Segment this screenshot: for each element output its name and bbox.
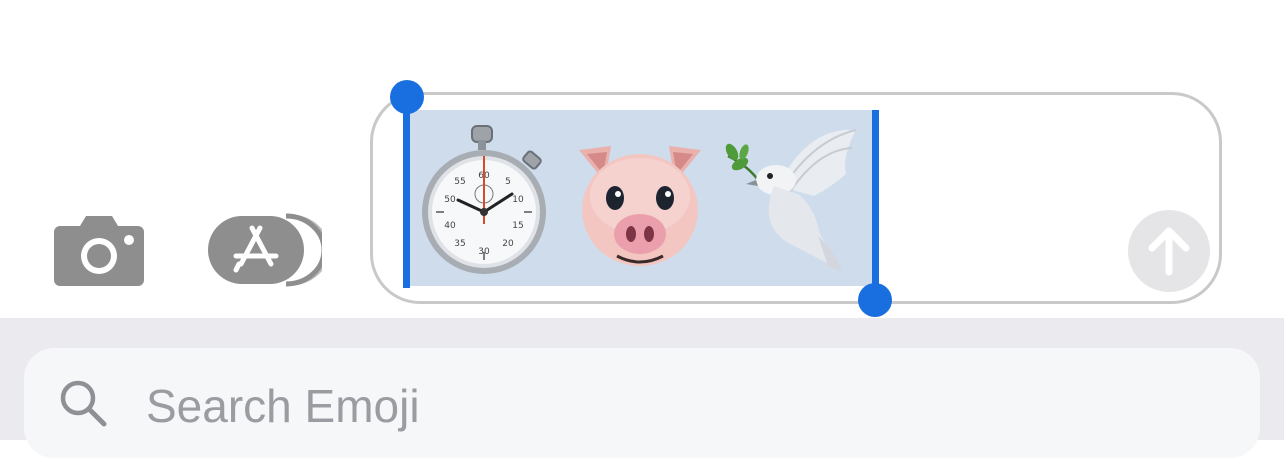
svg-text:30: 30 bbox=[478, 247, 490, 257]
svg-text:10: 10 bbox=[512, 195, 524, 205]
selection-end-bar bbox=[872, 110, 879, 300]
svg-text:50: 50 bbox=[444, 195, 456, 205]
send-button[interactable] bbox=[1128, 210, 1210, 292]
svg-text:20: 20 bbox=[502, 239, 514, 249]
search-icon bbox=[58, 378, 110, 430]
svg-text:15: 15 bbox=[512, 221, 523, 231]
camera-button[interactable] bbox=[52, 212, 146, 288]
camera-icon bbox=[54, 216, 144, 286]
pig-face-emoji bbox=[565, 116, 715, 280]
selection-end-handle[interactable] bbox=[858, 283, 892, 317]
svg-text:40: 40 bbox=[444, 221, 456, 231]
dove-emoji bbox=[718, 116, 868, 280]
app-store-icon bbox=[208, 213, 330, 287]
svg-text:35: 35 bbox=[454, 239, 465, 249]
apps-button[interactable] bbox=[206, 212, 330, 288]
selection-start-bar bbox=[403, 98, 410, 288]
svg-text:5: 5 bbox=[505, 177, 511, 187]
send-arrow-up-icon bbox=[1148, 227, 1190, 276]
svg-text:55: 55 bbox=[454, 177, 465, 187]
selection-start-handle[interactable] bbox=[390, 80, 424, 114]
search-placeholder[interactable]: Search Emoji bbox=[146, 378, 420, 434]
stopwatch-emoji: 60 5 10 15 20 30 35 40 50 55 bbox=[414, 116, 564, 280]
